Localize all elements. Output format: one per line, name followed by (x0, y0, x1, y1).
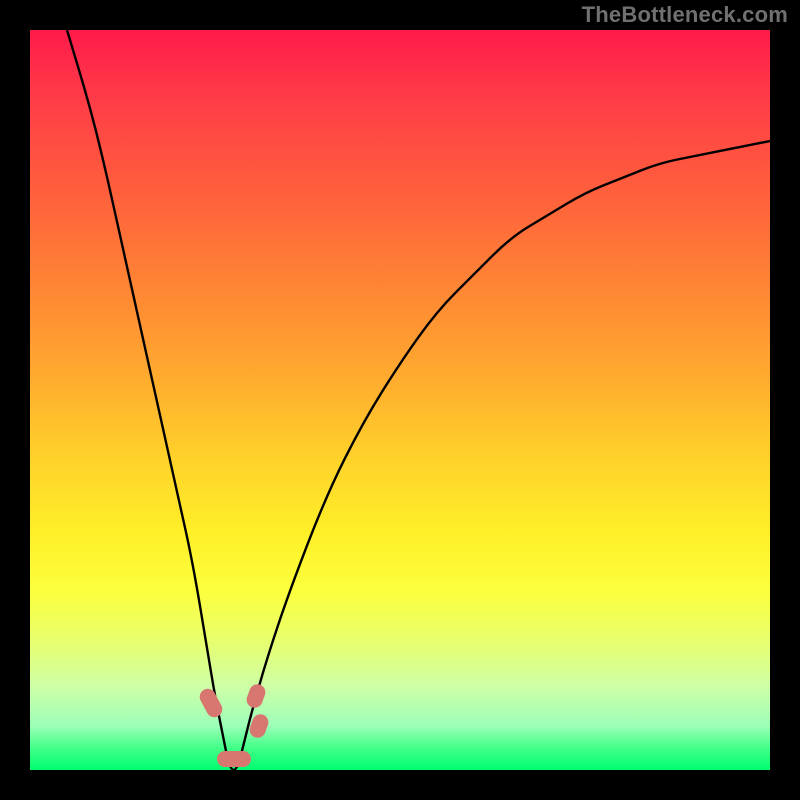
blob-bottom (217, 751, 251, 767)
watermark-text: TheBottleneck.com (582, 2, 788, 28)
chart-frame: TheBottleneck.com (0, 0, 800, 800)
bottleneck-curve (30, 30, 770, 770)
curve-path (67, 30, 770, 770)
plot-area (30, 30, 770, 770)
